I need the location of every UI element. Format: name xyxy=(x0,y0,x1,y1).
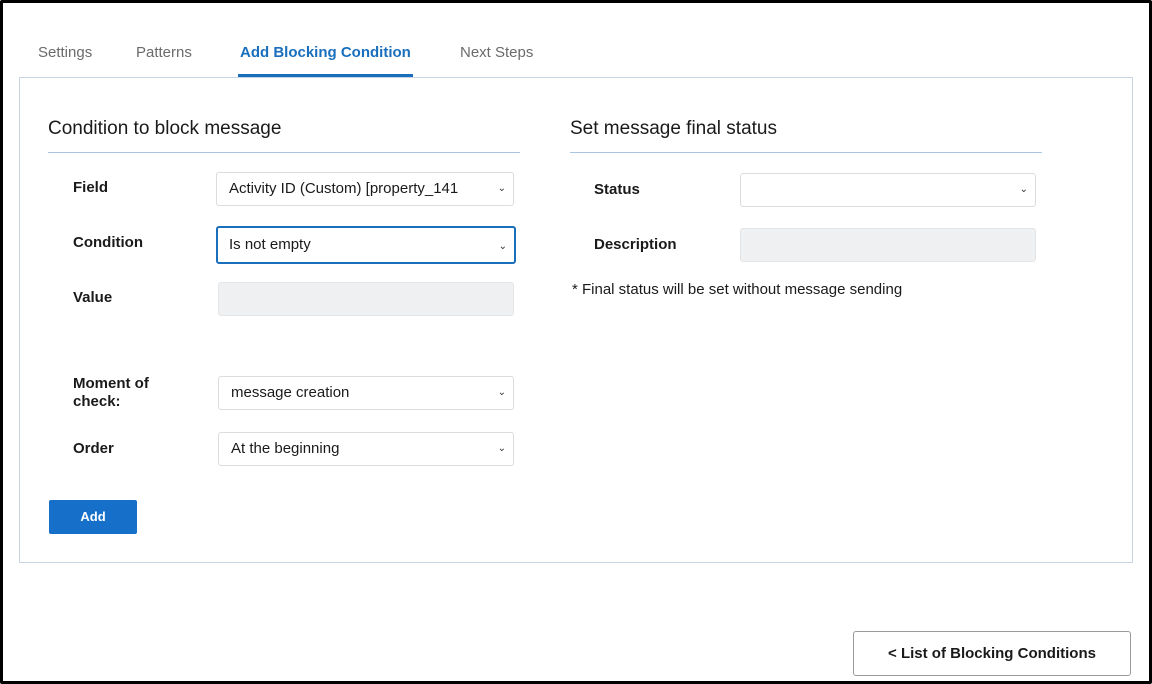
tab-add-blocking-condition[interactable]: Add Blocking Condition xyxy=(238,39,413,77)
moment-of-check-label: Moment of check: xyxy=(73,375,149,411)
condition-select[interactable]: Is not empty ⌄ xyxy=(216,226,516,264)
chevron-down-icon: ⌄ xyxy=(497,183,506,194)
tab-settings[interactable]: Settings xyxy=(38,39,92,77)
section-divider xyxy=(570,152,1042,153)
field-select-value: Activity ID (Custom) [property_141 xyxy=(229,180,459,197)
moment-of-check-label-line2: check: xyxy=(73,393,121,410)
tab-bar: Settings Patterns Add Blocking Condition… xyxy=(19,33,1133,77)
moment-of-check-select-value: message creation xyxy=(231,384,350,401)
status-select[interactable]: ⌄ xyxy=(740,173,1036,207)
section-title-condition: Condition to block message xyxy=(48,118,282,139)
app-frame: Settings Patterns Add Blocking Condition… xyxy=(0,0,1152,684)
status-label: Status xyxy=(594,181,640,198)
section-title-final-status: Set message final status xyxy=(570,118,777,139)
description-input[interactable] xyxy=(740,228,1036,262)
chevron-down-icon: ⌄ xyxy=(1019,184,1028,195)
value-label: Value xyxy=(73,289,113,306)
condition-select-value: Is not empty xyxy=(229,236,311,253)
section-divider xyxy=(48,152,520,153)
tab-next-steps[interactable]: Next Steps xyxy=(460,39,533,77)
condition-label: Condition xyxy=(73,234,143,251)
chevron-down-icon: ⌄ xyxy=(498,241,507,252)
order-select-value: At the beginning xyxy=(231,440,340,457)
chevron-down-icon: ⌄ xyxy=(497,387,506,398)
description-label: Description xyxy=(594,236,677,253)
chevron-down-icon: ⌄ xyxy=(497,443,506,454)
list-of-blocking-conditions-button[interactable]: < List of Blocking Conditions xyxy=(853,631,1131,676)
value-input[interactable] xyxy=(218,282,514,316)
field-label: Field xyxy=(73,179,109,196)
form-panel: Condition to block message Field Activit… xyxy=(19,77,1133,563)
moment-of-check-label-line1: Moment of xyxy=(73,375,149,392)
order-select[interactable]: At the beginning ⌄ xyxy=(218,432,514,466)
order-label: Order xyxy=(73,440,114,457)
moment-of-check-select[interactable]: message creation ⌄ xyxy=(218,376,514,410)
add-button[interactable]: Add xyxy=(49,500,137,534)
field-select[interactable]: Activity ID (Custom) [property_141 ⌄ xyxy=(216,172,514,206)
final-status-note: * Final status will be set without messa… xyxy=(572,281,903,298)
tab-patterns[interactable]: Patterns xyxy=(136,39,192,77)
